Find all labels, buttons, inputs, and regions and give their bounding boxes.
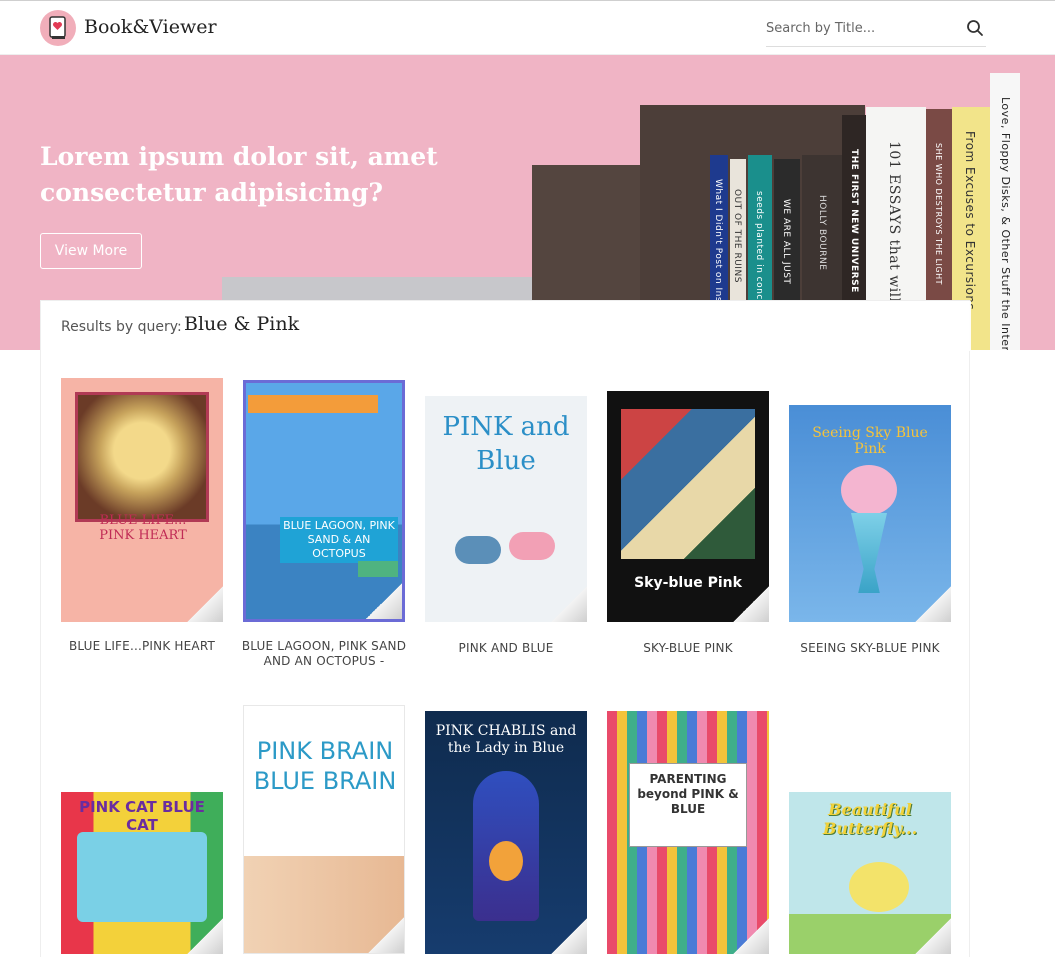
cover-text: PARENTING beyond PINK & BLUE [629,763,747,847]
cover-text: Seeing Sky Blue Pink [812,425,928,457]
page-curl [733,918,769,954]
cover-text: Beautiful Butterfly... [822,800,918,838]
cover-text: PINK CHABLIS and the Lady in Blue [435,723,577,756]
ice-cream [841,465,897,515]
cover-banner [248,395,378,413]
page-curl [915,918,951,954]
cover-text: BLUE LAGOON, PINK SAND & AN OCTOPUS [280,517,398,563]
page-curl [366,583,402,619]
book-cover: PINK BRAIN BLUE BRAIN [243,705,405,954]
page-curl [551,918,587,954]
book-title: BLUE LAGOON, PINK SAND AND AN OCTOPUS - [241,639,407,668]
cover-text: PINK and Blue [442,412,570,476]
results-panel: Results by query: Blue & Pink BLUE LIFE.… [40,300,971,957]
spine-text: SHE WHO DESTROYS THE LIGHT [934,143,943,285]
cover-text: BLUE LIFE... PINK HEART [99,513,187,543]
book-cover: Beautiful Butterfly... [789,792,951,954]
spine-text: OUT OF THE RUINS [732,189,742,283]
blue-shoe [455,536,501,564]
book-cover: BLUE LAGOON, PINK SAND & AN OCTOPUS [243,380,405,622]
cover-flower [849,862,909,912]
page-curl [187,586,223,622]
spine-text: THE FIRST NEW UNIVERSE [849,149,859,293]
cover-text: PINK BRAIN BLUE BRAIN [253,737,397,795]
cover-text: PINK CAT BLUE CAT [79,798,205,834]
spine-text: From Excuses to Excursions [963,131,977,311]
cover-photo [75,392,209,522]
search-box [766,11,986,47]
cover-painting [621,409,755,559]
book-title: PINK AND BLUE [458,641,554,655]
pink-shoe [509,532,555,560]
book-cover: PINK CAT BLUE CAT [61,792,223,954]
search-input[interactable] [766,15,956,41]
book-title: BLUE LIFE...PINK HEART [68,639,216,653]
book-cover: Sky-blue Pink [607,391,769,622]
book-cover: PARENTING beyond PINK & BLUE [607,711,769,954]
page-curl [368,917,404,953]
book-cover: PINK CHABLIS and the Lady in Blue [425,711,587,954]
sundae-glass [851,513,887,593]
page-curl [733,586,769,622]
results-query: Blue & Pink [184,313,300,335]
book-heart-icon [49,16,66,39]
book-cover: Seeing Sky Blue Pink [789,405,951,622]
book-spine-10: Love, Floppy Disks, & Other Stuff the In… [990,73,1020,350]
page-curl [915,586,951,622]
search-icon[interactable] [966,19,984,37]
hero-title: Lorem ipsum dolor sit, amet consectetur … [40,142,438,207]
results-label: Results by query: [61,319,182,335]
logo[interactable] [40,10,76,46]
cover-art [77,832,207,922]
spine-text: 101 ESSAYS that will [886,141,902,303]
book-cover: PINK and Blue [425,396,587,622]
cover-flame [489,841,523,881]
spine-text: Love, Floppy Disks, & Other Stuff the In… [999,97,1012,350]
spine-text: HOLLY BOURNE [817,195,827,271]
results-header: Results by query: Blue & Pink [41,301,971,351]
book-title: SKY-BLUE PINK [643,641,733,655]
book-title: SEEING SKY-BLUE PINK [800,641,940,655]
page-curl [551,586,587,622]
view-more-button[interactable]: View More [40,233,142,269]
spine-text: WE ARE ALL JUST [781,199,791,285]
page-curl [187,918,223,954]
brand-name[interactable]: Book&Viewer [84,16,217,38]
book-cover: BLUE LIFE... PINK HEART [61,378,223,622]
top-header: Book&Viewer [0,0,1055,55]
cover-badge [358,561,398,577]
